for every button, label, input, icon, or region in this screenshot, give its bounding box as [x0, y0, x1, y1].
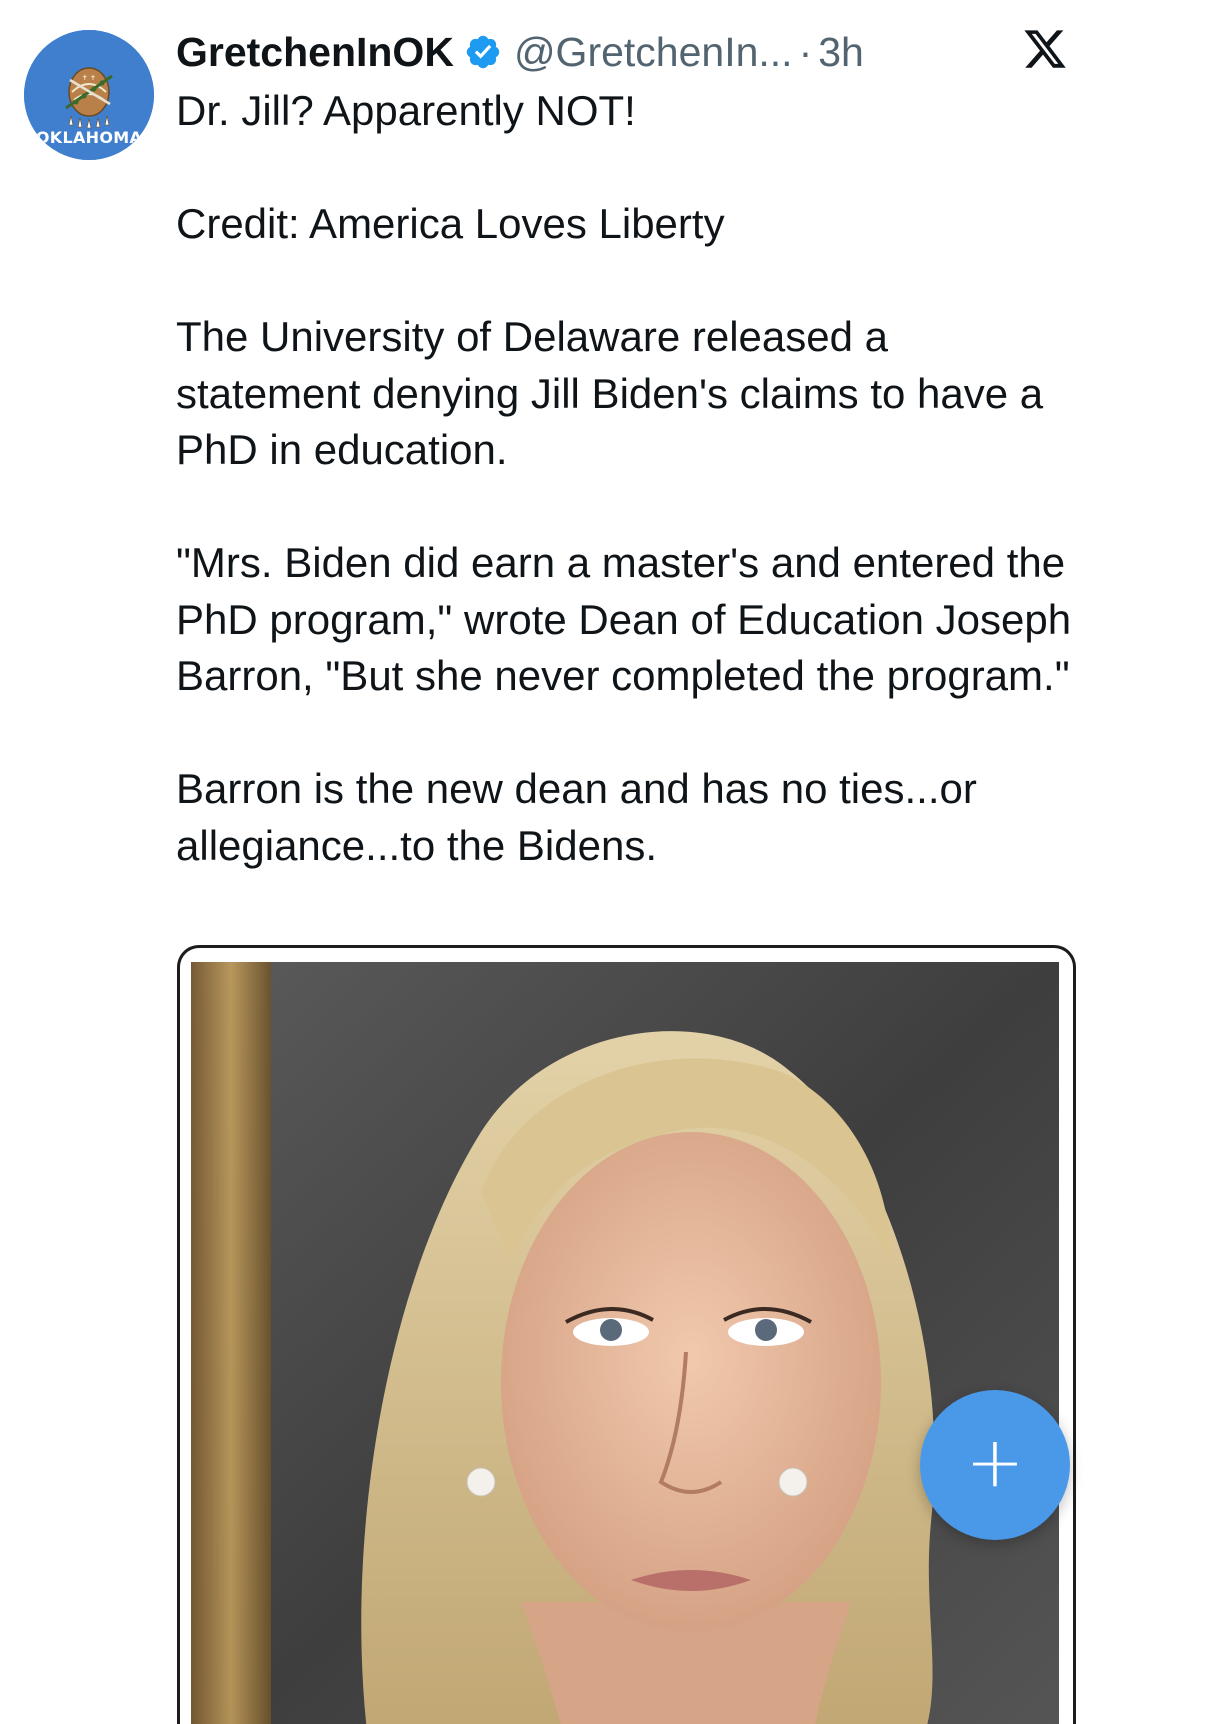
verified-badge-icon [464, 33, 502, 71]
author-avatar[interactable]: ✝ ✝ OKLAHOMA [24, 30, 154, 160]
tweet-header: GretchenInOK @GretchenIn... · 3h [176, 24, 864, 80]
tweet-text: Dr. Jill? Apparently NOT! Credit: Americ… [176, 83, 1076, 874]
tweet-paragraph: The University of Delaware released a st… [176, 313, 1044, 473]
compose-button[interactable]: + [920, 1390, 1070, 1540]
plus-icon: + [965, 1421, 1025, 1503]
svg-text:✝ ✝: ✝ ✝ [82, 74, 96, 82]
author-display-name[interactable]: GretchenInOK [176, 29, 454, 76]
tweet-paragraph: Dr. Jill? Apparently NOT! [176, 87, 636, 134]
tweet-screen: ✝ ✝ OKLAHOMA GretchenInOK @GretchenIn...… [0, 0, 1206, 1724]
tweet-media-card[interactable] [177, 945, 1076, 1724]
header-separator: · [798, 28, 813, 75]
author-handle[interactable]: @GretchenIn... [514, 29, 793, 76]
avatar-caption: OKLAHOMA [35, 128, 143, 147]
tweet-photo[interactable] [191, 962, 1059, 1724]
tweet-timestamp[interactable]: 3h [818, 29, 864, 76]
tweet-paragraph: "Mrs. Biden did earn a master's and ente… [176, 539, 1072, 699]
x-logo-icon[interactable] [1022, 26, 1068, 72]
tweet-paragraph: Credit: America Loves Liberty [176, 200, 725, 247]
tweet-paragraph: Barron is the new dean and has no ties..… [176, 765, 977, 869]
